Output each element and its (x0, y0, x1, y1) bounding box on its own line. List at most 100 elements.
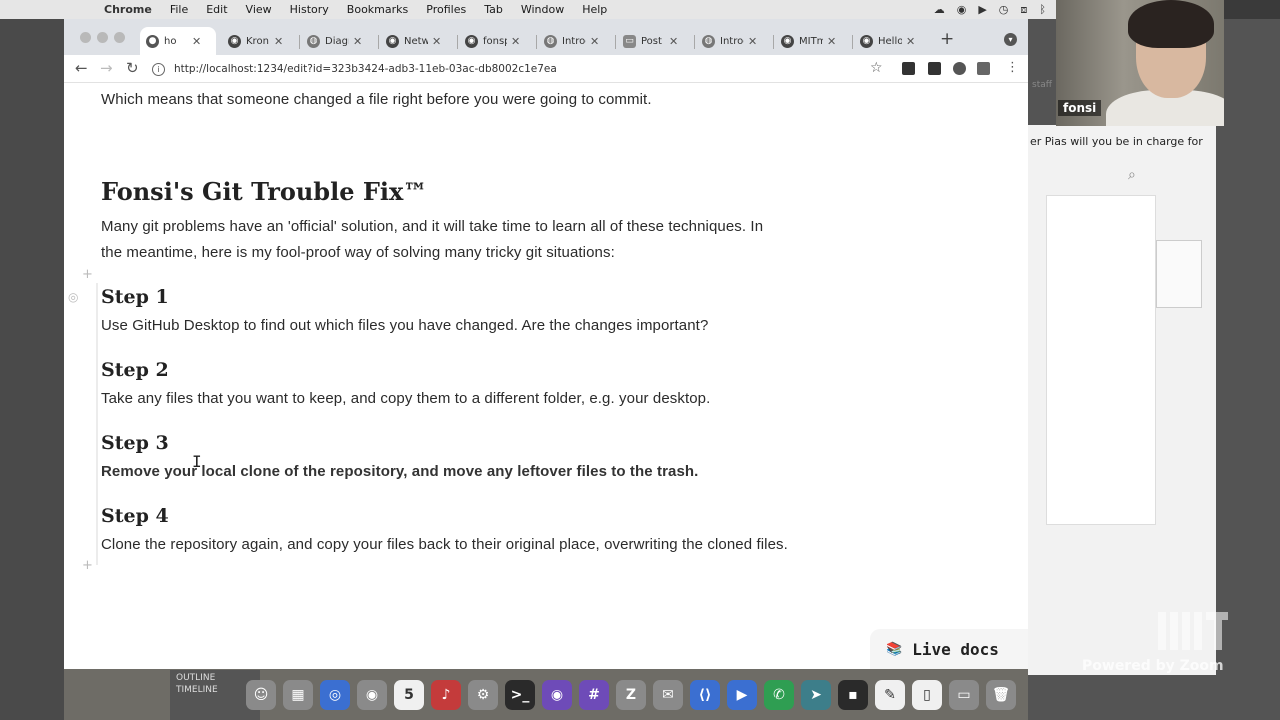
mail-icon[interactable]: ✉ (653, 680, 683, 710)
chrome-window: ● ho ✕ ◉ Kron ✕ ◍ Diagn ✕ ◉ Netw ✕ ◉ fon… (64, 19, 1028, 669)
zoom-icon[interactable]: ▶ (727, 680, 757, 710)
tab-label: Diagn (325, 35, 349, 47)
mit-logo (1158, 612, 1228, 650)
tab-4[interactable]: ◉ fonsp ✕ (459, 27, 535, 55)
macos-dock: ☺ ▦ ◎ ◉ 5 ♪ ⚙ >_ ◉ # Z ✉ ⟨⟩ ▶ ✆ ➤ ▪ ✎ ▯ … (240, 672, 1040, 718)
tab-3[interactable]: ◉ Netw ✕ (380, 27, 456, 55)
zoom-window-button[interactable] (114, 32, 125, 43)
close-icon[interactable]: ✕ (432, 35, 441, 48)
tab-0[interactable]: ● ho ✕ (140, 27, 216, 55)
new-tab-button[interactable]: + (940, 29, 954, 49)
puzzle-icon[interactable] (953, 62, 966, 75)
notion-icon[interactable] (928, 62, 941, 75)
live-docs-label: Live docs (912, 639, 999, 659)
cell-focus-bar (96, 283, 98, 565)
tab-separator (536, 35, 537, 49)
history-icon[interactable]: ◷ (999, 3, 1009, 17)
close-icon[interactable]: ✕ (906, 35, 915, 48)
menu-edit[interactable]: Edit (206, 3, 227, 16)
finder-icon[interactable]: ☺ (246, 680, 276, 710)
record-icon[interactable]: ◉ (957, 3, 967, 17)
tab-7[interactable]: ◍ Introd ✕ (696, 27, 772, 55)
close-icon[interactable]: ✕ (827, 35, 836, 48)
menu-history[interactable]: History (290, 3, 329, 16)
whatsapp-icon[interactable]: ✆ (764, 680, 794, 710)
paragraph-line-1: Many git problems have an 'official' sol… (101, 218, 764, 235)
close-icon[interactable]: ✕ (353, 35, 362, 48)
menu-kebab-icon[interactable]: ⋮ (1006, 60, 1019, 75)
bluetooth-icon[interactable]: ᛒ (1039, 3, 1046, 17)
pluto-notebook: Which means that someone changed a file … (64, 83, 1028, 669)
menubar-status-icons: ☁ ◉ ▶ ◷ ⧈ ᛒ (934, 3, 1056, 17)
menu-tab[interactable]: Tab (484, 3, 503, 16)
extension-icon[interactable] (902, 62, 915, 75)
step-3-text: Remove your local clone of the repositor… (101, 463, 699, 480)
add-cell-button[interactable]: + (82, 267, 93, 282)
launchpad-icon[interactable]: ▦ (283, 680, 313, 710)
chat-message: er Pias will you be in charge for (1030, 135, 1203, 148)
address-bar[interactable]: i http://localhost:1234/edit?id=323b3424… (152, 58, 892, 80)
close-icon[interactable]: ✕ (192, 35, 201, 48)
tab-search-icon[interactable]: ▾ (1004, 33, 1017, 46)
menu-view[interactable]: View (246, 3, 272, 16)
tab-1[interactable]: ◉ Kron ✕ (222, 27, 298, 55)
tab-label: Kron (246, 35, 269, 47)
menu-window[interactable]: Window (521, 3, 564, 16)
menu-bookmarks[interactable]: Bookmarks (347, 3, 408, 16)
safari-icon[interactable]: ◎ (320, 680, 350, 710)
live-docs-button[interactable]: 📚 Live docs (870, 629, 1028, 669)
tab-9[interactable]: ◉ Hello ✕ (854, 27, 930, 55)
minimize-window-button[interactable] (97, 32, 108, 43)
browser-toolbar: ← → ↻ i http://localhost:1234/edit?id=32… (64, 55, 1028, 83)
play-icon[interactable]: ▶ (978, 3, 986, 17)
github-icon: ◉ (465, 34, 478, 48)
close-icon[interactable]: ✕ (590, 35, 599, 48)
slack-icon[interactable]: # (579, 680, 609, 710)
intro-line: Which means that someone changed a file … (101, 91, 652, 108)
close-icon[interactable]: ✕ (274, 35, 283, 48)
staff-label: staff (1032, 80, 1052, 90)
menu-app-name[interactable]: Chrome (104, 3, 152, 16)
music-icon[interactable]: ♪ (431, 680, 461, 710)
menu-help[interactable]: Help (582, 3, 607, 16)
textedit-icon[interactable]: ✎ (875, 680, 905, 710)
back-button[interactable]: ← (75, 59, 88, 77)
github-desktop-icon[interactable]: ◉ (542, 680, 572, 710)
tab-5[interactable]: ◍ Introd ✕ (538, 27, 614, 55)
zoom-participant-name: fonsi (1058, 100, 1102, 116)
tab-6[interactable]: ▭ Post ✕ (617, 27, 693, 55)
close-icon[interactable]: ✕ (511, 35, 520, 48)
media-icon[interactable] (977, 62, 990, 75)
document-icon[interactable]: ▯ (912, 680, 942, 710)
tab-2[interactable]: ◍ Diagn ✕ (301, 27, 377, 55)
crop-icon[interactable]: ⧈ (1020, 3, 1027, 17)
screenshots-folder-icon[interactable]: ▭ (949, 680, 979, 710)
settings-icon[interactable]: ⚙ (468, 680, 498, 710)
tab-label: Post (641, 35, 662, 47)
tab-separator (773, 35, 774, 49)
close-icon[interactable]: ✕ (748, 35, 757, 48)
chrome-icon[interactable]: ◉ (357, 680, 387, 710)
close-icon[interactable]: ✕ (669, 35, 678, 48)
menu-profiles[interactable]: Profiles (426, 3, 466, 16)
paragraph-line-2: the meantime, here is my fool-proof way … (101, 244, 615, 261)
calendar-icon[interactable]: 5 (394, 680, 424, 710)
tab-separator (852, 35, 853, 49)
add-cell-button[interactable]: + (82, 558, 93, 573)
reload-button[interactable]: ↻ (126, 59, 139, 77)
tab-8[interactable]: ◉ MITma ✕ (775, 27, 851, 55)
step-4-title: Step 4 (101, 505, 169, 527)
terminal-icon[interactable]: >_ (505, 680, 535, 710)
zotero-icon[interactable]: Z (616, 680, 646, 710)
telegram-icon[interactable]: ➤ (801, 680, 831, 710)
info-icon[interactable]: i (152, 62, 165, 76)
trash-icon[interactable]: 🗑 (986, 680, 1016, 710)
cloud-icon[interactable]: ☁ (934, 3, 945, 17)
menu-file[interactable]: File (170, 3, 188, 16)
app-icon[interactable]: ▪ (838, 680, 868, 710)
close-window-button[interactable] (80, 32, 91, 43)
forward-button[interactable]: → (100, 59, 113, 77)
vscode-icon[interactable]: ⟨⟩ (690, 680, 720, 710)
bookmark-star-icon[interactable]: ☆ (870, 60, 883, 76)
eye-icon[interactable]: ◎ (68, 290, 78, 304)
